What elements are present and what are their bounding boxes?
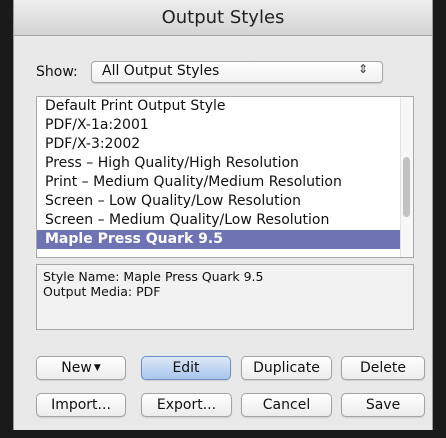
up-down-arrows-icon: ⇕: [357, 62, 368, 76]
output-styles-dialog: Output Styles Show: All Output Styles ⇕ …: [13, 0, 433, 430]
show-dropdown-value: All Output Styles: [102, 63, 220, 79]
scrollbar-thumb[interactable]: [403, 157, 410, 217]
delete-button[interactable]: Delete: [341, 356, 425, 380]
new-button-label: New: [61, 360, 92, 376]
list-item[interactable]: Default Print Output Style: [37, 97, 401, 116]
dropdown-caret-icon: ▼: [93, 363, 101, 373]
list-item[interactable]: Print – Medium Quality/Medium Resolution: [37, 173, 401, 192]
list-item[interactable]: Screen – Medium Quality/Low Resolution: [37, 211, 401, 230]
style-name-line: Style Name: Maple Press Quark 9.5: [43, 269, 264, 284]
window-title: Output Styles: [14, 0, 432, 36]
list-item[interactable]: PDF/X-1a:2001: [37, 116, 401, 135]
list-scrollbar[interactable]: [400, 97, 413, 257]
cancel-button[interactable]: Cancel: [241, 393, 332, 417]
edit-button[interactable]: Edit: [141, 356, 231, 380]
new-button[interactable]: New ▼: [36, 356, 126, 380]
list-item[interactable]: Screen – Low Quality/Low Resolution: [37, 192, 401, 211]
list-item[interactable]: PDF/X-3:2002: [37, 135, 401, 154]
export-button[interactable]: Export...: [141, 393, 232, 417]
show-dropdown[interactable]: All Output Styles ⇕: [91, 61, 383, 83]
duplicate-button[interactable]: Duplicate: [241, 356, 332, 380]
list-item-selected[interactable]: Maple Press Quark 9.5: [37, 230, 401, 249]
import-button[interactable]: Import...: [36, 393, 126, 417]
list-item[interactable]: Press – High Quality/High Resolution: [37, 154, 401, 173]
show-label: Show:: [36, 64, 78, 80]
output-media-line: Output Media: PDF: [43, 284, 161, 299]
save-button[interactable]: Save: [341, 393, 425, 417]
style-info-panel: Style Name: Maple Press Quark 9.5 Output…: [36, 264, 414, 330]
output-styles-list[interactable]: Default Print Output Style PDF/X-1a:2001…: [36, 96, 414, 258]
